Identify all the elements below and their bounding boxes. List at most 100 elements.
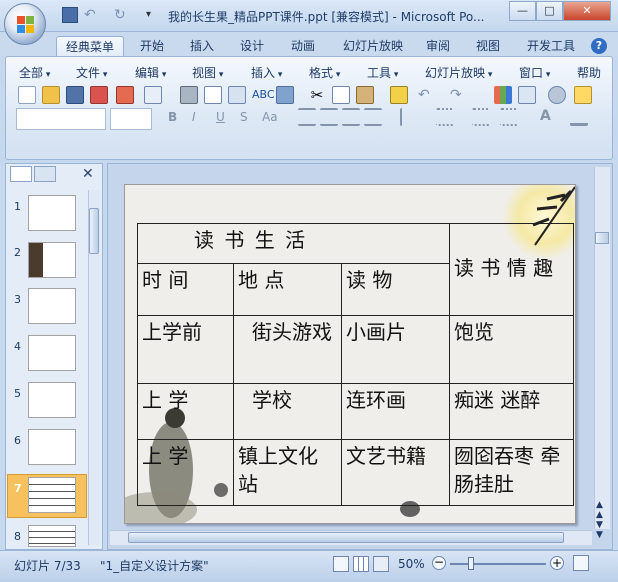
- print-preview-icon[interactable]: [204, 86, 222, 104]
- slide-thumbnail[interactable]: [28, 242, 76, 278]
- menu-help[interactable]: 帮助: [577, 64, 601, 81]
- next-slide-icon[interactable]: ▼ ▼: [596, 520, 603, 540]
- normal-view-icon[interactable]: [333, 556, 349, 572]
- slide-thumbnail[interactable]: [28, 382, 76, 418]
- help-icon[interactable]: ?: [591, 38, 607, 54]
- print-icon[interactable]: [180, 86, 198, 104]
- copy-icon[interactable]: [332, 86, 350, 104]
- zoom-slider-thumb[interactable]: [468, 557, 474, 570]
- close-button[interactable]: ✕: [563, 1, 611, 21]
- header-read: 读 物: [341, 263, 450, 316]
- menu-view[interactable]: 视图: [192, 64, 223, 81]
- save-file-icon[interactable]: [66, 86, 84, 104]
- slide-thumbnail[interactable]: [28, 525, 76, 547]
- align-left-icon[interactable]: [298, 108, 316, 126]
- shadow-button[interactable]: S: [240, 110, 248, 124]
- insert-table-icon[interactable]: [518, 86, 536, 104]
- tab-design[interactable]: 设计: [234, 36, 270, 56]
- slide-canvas[interactable]: 读 书 生 活 读 书 情 趣 时 间 地 点 读 物 上学前 街头游戏 小画片…: [124, 184, 576, 524]
- insert-chart-icon[interactable]: [494, 86, 512, 104]
- permission-icon[interactable]: [90, 86, 108, 104]
- tab-slideshow[interactable]: 幻灯片放映: [336, 36, 410, 56]
- slide-thumbnail[interactable]: [28, 335, 76, 371]
- menu-insert[interactable]: 插入: [251, 64, 282, 81]
- tab-review[interactable]: 审阅: [420, 36, 456, 56]
- minimize-button[interactable]: —: [509, 1, 536, 21]
- indent-icon[interactable]: [500, 108, 518, 126]
- save-icon[interactable]: [62, 7, 78, 23]
- tab-developer[interactable]: 开发工具: [520, 36, 582, 56]
- undo-icon[interactable]: ↶: [84, 7, 100, 23]
- toolbar-redo-icon[interactable]: ↷: [450, 86, 468, 104]
- slide-thumbnail[interactable]: [28, 195, 76, 231]
- align-center-icon[interactable]: [320, 108, 338, 126]
- font-name-combo[interactable]: [16, 108, 106, 130]
- italic-button[interactable]: I: [192, 110, 196, 124]
- font-color-icon[interactable]: [570, 108, 588, 126]
- research-icon[interactable]: [276, 86, 294, 104]
- menu-file[interactable]: 文件: [76, 64, 107, 81]
- tab-insert[interactable]: 插入: [184, 36, 220, 56]
- font-size-up-button[interactable]: A: [540, 108, 551, 124]
- maximize-button[interactable]: □: [536, 1, 563, 21]
- align-right-icon[interactable]: [342, 108, 360, 126]
- zoom-icon[interactable]: [574, 86, 592, 104]
- bold-button[interactable]: B: [168, 110, 177, 124]
- new-icon[interactable]: [18, 86, 36, 104]
- menu-edit[interactable]: 编辑: [135, 64, 166, 81]
- slide-thumbnail-active[interactable]: [28, 477, 76, 513]
- bullets-icon[interactable]: [472, 108, 490, 126]
- sorter-view-icon[interactable]: [353, 556, 369, 572]
- cut-icon[interactable]: ✂: [308, 86, 326, 104]
- underline-button[interactable]: U: [216, 110, 225, 124]
- text-direction-icon[interactable]: [400, 108, 418, 126]
- zoom-in-icon[interactable]: +: [550, 556, 564, 570]
- header-feel: 读 书 情 趣: [449, 223, 574, 316]
- customize-qat-icon[interactable]: ▾: [146, 7, 162, 23]
- office-button[interactable]: [4, 3, 46, 45]
- justify-icon[interactable]: [364, 108, 382, 126]
- fit-window-icon[interactable]: [573, 555, 589, 571]
- menu-slideshow[interactable]: 幻灯片放映: [425, 64, 492, 81]
- cell-feel: 囫囵吞枣 牵肠挂肚: [449, 439, 574, 506]
- zoom-out-icon[interactable]: −: [432, 556, 446, 570]
- color-grayscale-icon[interactable]: [548, 86, 566, 104]
- numbering-icon[interactable]: [436, 108, 454, 126]
- editor-vscrollbar[interactable]: [594, 167, 610, 529]
- slide-thumbnail[interactable]: [28, 429, 76, 465]
- cell-time: 上 学: [137, 439, 234, 506]
- zoom-slider-track[interactable]: [450, 563, 546, 565]
- menu-all[interactable]: 全部: [19, 64, 50, 81]
- tab-view[interactable]: 视图: [470, 36, 506, 56]
- slide-number: 2: [14, 246, 21, 259]
- format-painter-icon[interactable]: [390, 86, 408, 104]
- open-icon[interactable]: [42, 86, 60, 104]
- slideshow-view-icon[interactable]: [373, 556, 389, 572]
- spelling-icon[interactable]: ABC: [252, 86, 275, 104]
- export-icon[interactable]: [144, 86, 162, 104]
- close-panel-icon[interactable]: ✕: [82, 166, 94, 182]
- outline-tab[interactable]: [34, 166, 56, 182]
- redo-icon[interactable]: ↻: [114, 7, 130, 23]
- slide-counter: 幻灯片 7/33: [14, 559, 81, 573]
- toolbar-undo-icon[interactable]: ↶: [418, 86, 436, 104]
- panel-scroll-thumb[interactable]: [89, 208, 99, 254]
- theme-name: "1_自定义设计方案": [100, 559, 209, 573]
- slide-thumbnail[interactable]: [28, 288, 76, 324]
- paste-icon[interactable]: [356, 86, 374, 104]
- font-size-combo[interactable]: [110, 108, 152, 130]
- prev-slide-icon[interactable]: ▲ ▲: [596, 500, 603, 520]
- screen-icon[interactable]: [228, 86, 246, 104]
- tab-home[interactable]: 开始: [134, 36, 170, 56]
- menu-window[interactable]: 窗口: [519, 64, 550, 81]
- tab-classic-menu[interactable]: 经典菜单: [56, 36, 124, 56]
- menu-tools[interactable]: 工具: [367, 64, 398, 81]
- zoom-level[interactable]: 50%: [398, 557, 425, 571]
- email-icon[interactable]: [116, 86, 134, 104]
- editor-hscroll-thumb[interactable]: [128, 532, 564, 543]
- menu-format[interactable]: 格式: [309, 64, 340, 81]
- tab-animation[interactable]: 动画: [285, 36, 321, 56]
- change-case-button[interactable]: Aa: [262, 110, 278, 124]
- editor-scroll-thumb[interactable]: [595, 232, 609, 244]
- slides-tab[interactable]: [10, 166, 32, 182]
